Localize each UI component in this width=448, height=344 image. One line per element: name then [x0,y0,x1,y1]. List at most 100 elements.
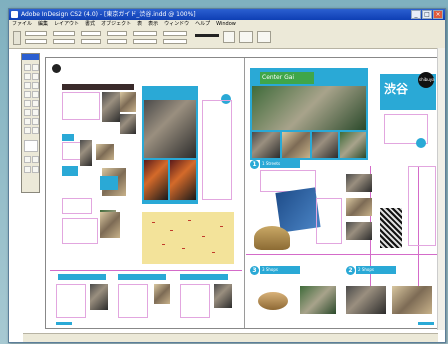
shop-header[interactable] [58,274,106,280]
hat-photo[interactable] [254,226,290,250]
headline-bar[interactable] [62,84,134,90]
photo-frame[interactable] [154,284,170,304]
rotate-field[interactable] [107,31,127,36]
photo-frame[interactable] [346,198,372,216]
scissors-tool-icon[interactable] [32,127,39,134]
menu-help[interactable]: ヘルプ [195,20,210,28]
photo-frame[interactable] [214,284,232,308]
title-bar[interactable]: Adobe InDesign CS2 (4.0) - [東京ガイド_渋谷.ind… [9,9,445,20]
horizontal-scrollbar[interactable] [23,333,438,342]
type-tool-icon[interactable] [32,73,39,80]
photo-frame[interactable] [346,286,386,314]
night-photo[interactable] [144,160,168,200]
caption-tag[interactable] [62,134,74,141]
text-frame[interactable] [62,92,100,120]
menu-layout[interactable]: レイアウト [54,20,79,28]
fill-stroke-swatch-icon[interactable] [24,140,38,152]
night-photo[interactable] [170,160,196,200]
tshirt-photo[interactable] [275,187,321,233]
stroke-swatch-icon[interactable] [195,34,219,37]
text-frame[interactable] [56,284,86,318]
gradient-tool-icon[interactable] [24,109,31,116]
photo-frame[interactable] [346,222,372,240]
scale-x-field[interactable] [81,31,101,36]
width-field[interactable] [53,31,75,36]
menu-view[interactable]: 表示 [148,20,158,28]
photo-frame[interactable] [102,92,120,122]
vertical-scrollbar[interactable] [437,48,445,330]
y-field[interactable] [25,39,47,44]
shop-header[interactable] [118,274,166,280]
fill-icon[interactable] [223,31,235,43]
reference-point-icon[interactable] [13,31,21,45]
preview-mode-icon[interactable] [32,166,39,173]
eyedropper-tool-icon[interactable] [24,118,31,125]
photo-frame[interactable] [392,286,432,314]
menu-type[interactable]: 書式 [85,20,95,28]
photo-frame[interactable] [120,92,136,112]
text-frame[interactable] [62,218,98,244]
pen-tool-icon[interactable] [24,73,31,80]
close-button[interactable]: × [433,10,443,19]
menu-object[interactable]: オブジェクト [101,20,131,28]
menu-edit[interactable]: 編集 [38,20,48,28]
text-frame[interactable] [62,198,92,214]
rectangle-frame-tool-icon[interactable] [24,91,31,98]
photo-frame[interactable] [300,286,336,314]
scale-y-field[interactable] [81,39,101,44]
street-photo[interactable] [144,100,196,158]
apply-color-icon[interactable] [24,156,31,163]
distribute-icon[interactable] [257,31,271,43]
photo-frame[interactable] [80,140,92,166]
zoom-tool-icon[interactable] [24,127,31,134]
maximize-button[interactable]: □ [422,10,432,19]
note-tool-icon[interactable] [32,109,39,116]
line-tool-icon[interactable] [32,82,39,89]
normal-view-icon[interactable] [24,166,31,173]
photo-frame[interactable] [340,132,366,158]
photo-frame[interactable] [282,132,310,158]
opacity-field[interactable] [163,31,187,36]
effects-field[interactable] [163,39,187,44]
text-frame[interactable] [202,100,232,200]
rectangle-tool-icon[interactable] [32,91,39,98]
hand-tool-icon[interactable] [32,118,39,125]
text-frame[interactable] [180,284,210,318]
photo-frame[interactable] [252,132,280,158]
x-field[interactable] [25,31,47,36]
menu-window-2[interactable]: Window [216,20,236,28]
text-frame[interactable] [408,166,436,246]
center-gai-banner[interactable]: Center Gai [260,72,314,84]
photo-frame[interactable] [120,114,136,134]
menu-table[interactable]: 表 [137,20,142,28]
photo-frame[interactable] [380,208,402,248]
pencil-tool-icon[interactable] [24,82,31,89]
align-icon[interactable] [239,31,253,43]
selection-tool-icon[interactable] [24,64,31,71]
scale-tool-icon[interactable] [32,100,39,107]
bread-photo[interactable] [258,292,288,310]
shear-field[interactable] [107,39,127,44]
caption-tag[interactable] [62,166,78,176]
shibuya-map[interactable] [142,212,234,264]
caption-tag[interactable] [100,176,118,190]
text-frame[interactable] [118,284,148,318]
photo-frame[interactable] [90,284,108,310]
photo-frame[interactable] [312,132,338,158]
photo-frame[interactable] [346,174,372,192]
stroke-type-select[interactable] [133,39,157,44]
photo-frame[interactable] [100,212,120,238]
tools-panel-header[interactable] [22,54,39,60]
apply-none-icon[interactable] [32,156,39,163]
feature-photo[interactable] [252,86,366,130]
photo-frame[interactable] [96,144,114,160]
minimize-button[interactable]: _ [411,10,421,19]
direct-selection-tool-icon[interactable] [32,64,39,71]
section-3-header[interactable]: 3 Shops [260,266,300,274]
section-2-header[interactable]: 2 Shops [356,266,396,274]
height-field[interactable] [53,39,75,44]
section-1-header[interactable]: 1 Streets [260,160,300,168]
menu-window[interactable]: ウィンドウ [164,20,189,28]
rotate-tool-icon[interactable] [24,100,31,107]
menu-file[interactable]: ファイル [12,20,32,28]
